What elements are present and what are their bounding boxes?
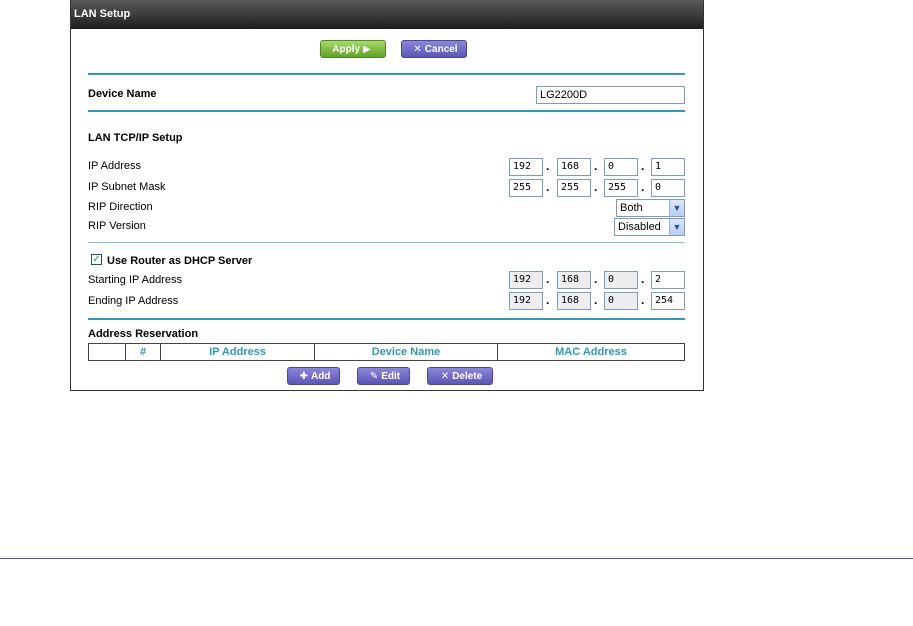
play-arrow-icon: ▶ <box>363 43 371 55</box>
ip-octet-2[interactable]: 168 <box>557 158 591 176</box>
close-icon: ✕ <box>440 370 450 382</box>
column-header-number: # <box>125 343 161 361</box>
end-octet-3: 0 <box>604 292 638 310</box>
start-ip-label: Starting IP Address <box>88 274 182 286</box>
close-icon: ✕ <box>413 43 422 55</box>
rip-direction-select[interactable]: Both ▼ <box>616 199 685 217</box>
end-octet-4[interactable]: 254 <box>651 292 685 310</box>
reservation-heading: Address Reservation <box>88 328 199 340</box>
dhcp-checkbox[interactable]: ✓ <box>91 254 102 265</box>
start-octet-1: 192 <box>509 271 543 289</box>
dhcp-checkbox-label: Use Router as DHCP Server <box>107 255 253 267</box>
mask-octet-1[interactable]: 255 <box>509 179 543 197</box>
subnet-mask-label: IP Subnet Mask <box>88 181 166 193</box>
device-name-label: Device Name <box>88 88 157 100</box>
start-octet-2: 168 <box>557 271 591 289</box>
mask-octet-4[interactable]: 0 <box>651 179 685 197</box>
device-name-input[interactable]: LG2200D <box>536 86 685 104</box>
column-header-device: Device Name <box>314 343 498 361</box>
rip-version-value: Disabled <box>618 221 661 233</box>
rip-direction-value: Both <box>620 202 643 214</box>
mask-octet-3[interactable]: 255 <box>604 179 638 197</box>
end-octet-1: 192 <box>509 292 543 310</box>
delete-button[interactable]: ✕ Delete <box>427 367 493 385</box>
cancel-label: Cancel <box>424 43 458 55</box>
divider <box>88 242 685 243</box>
window-title: LAN Setup <box>71 0 703 29</box>
add-button[interactable]: ✚ Add <box>287 367 340 385</box>
pencil-icon: ✎ <box>369 370 379 382</box>
table-header-row: # IP Address Device Name MAC Address <box>88 343 685 361</box>
ip-octet-3[interactable]: 0 <box>604 158 638 176</box>
delete-label: Delete <box>452 370 483 382</box>
end-octet-2: 168 <box>557 292 591 310</box>
ip-octet-4[interactable]: 1 <box>651 158 685 176</box>
lan-setup-panel: LAN Setup Apply ▶ ✕ Cancel Device Name L… <box>70 0 704 391</box>
column-header-mac: MAC Address <box>497 343 685 361</box>
start-octet-3: 0 <box>604 271 638 289</box>
chevron-down-icon: ▼ <box>669 200 684 216</box>
divider <box>88 110 685 112</box>
mask-octet-2[interactable]: 255 <box>557 179 591 197</box>
plus-icon: ✚ <box>299 370 308 382</box>
edit-button[interactable]: ✎ Edit <box>357 367 410 385</box>
divider <box>88 73 685 75</box>
ip-octet-1[interactable]: 192 <box>509 158 543 176</box>
edit-label: Edit <box>381 370 401 382</box>
divider <box>88 318 685 320</box>
tcpip-heading: LAN TCP/IP Setup <box>88 132 183 144</box>
apply-label: Apply <box>332 43 361 55</box>
cancel-button[interactable]: ✕ Cancel <box>401 40 467 58</box>
end-ip-label: Ending IP Address <box>88 295 179 307</box>
reservation-table: # IP Address Device Name MAC Address <box>88 343 685 361</box>
add-label: Add <box>310 370 331 382</box>
page-divider <box>0 558 913 559</box>
rip-version-select[interactable]: Disabled ▼ <box>614 218 685 236</box>
ip-address-label: IP Address <box>88 160 141 172</box>
chevron-down-icon: ▼ <box>669 219 684 235</box>
apply-button[interactable]: Apply ▶ <box>320 40 386 58</box>
column-header-ip: IP Address <box>160 343 315 361</box>
rip-version-label: RIP Version <box>88 220 146 232</box>
rip-direction-label: RIP Direction <box>88 201 153 213</box>
start-octet-4[interactable]: 2 <box>651 271 685 289</box>
column-header-select <box>88 343 126 361</box>
